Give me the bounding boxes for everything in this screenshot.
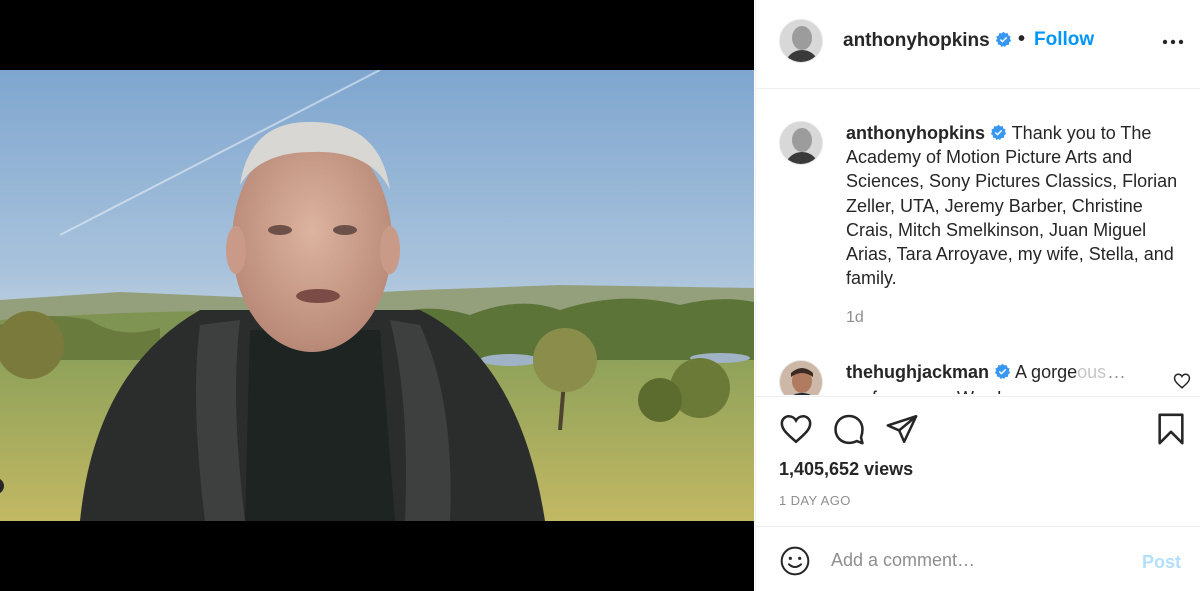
heart-icon	[780, 414, 812, 444]
post-caption: anthonyhopkins Thank you to The Academy …	[846, 121, 1191, 290]
caption-author-avatar[interactable]	[779, 121, 823, 165]
post-date[interactable]: 1 DAY AGO	[779, 493, 851, 508]
verified-badge-icon	[995, 31, 1011, 48]
caption-username[interactable]: anthonyhopkins	[846, 123, 985, 143]
bookmark-icon	[1158, 413, 1184, 445]
follow-separator: •	[1018, 28, 1026, 50]
share-button[interactable]	[885, 412, 919, 446]
save-button[interactable]	[1154, 412, 1188, 446]
post-panel: anthonyhopkins • Follow anthonyhopkins T…	[755, 0, 1200, 591]
like-button[interactable]	[779, 412, 813, 446]
comments-section[interactable]: anthonyhopkins Thank you to The Academy …	[756, 90, 1200, 395]
smiley-icon	[780, 546, 810, 576]
comment-text-faded: ous	[1077, 362, 1107, 382]
post-header: anthonyhopkins • Follow	[756, 0, 1200, 89]
more-options-button[interactable]	[1160, 30, 1186, 52]
comment-input[interactable]	[831, 545, 1121, 575]
more-dots-icon	[1162, 39, 1184, 45]
author-avatar-image	[780, 20, 822, 62]
verified-badge-icon	[990, 124, 1007, 141]
comment-bubble-icon	[834, 414, 864, 445]
comment-more-link[interactable]: ...	[1108, 362, 1126, 383]
author-username-text[interactable]: anthonyhopkins	[843, 30, 990, 51]
video-frame	[0, 70, 754, 521]
author-username[interactable]: anthonyhopkins	[843, 30, 1012, 52]
verified-badge-icon	[994, 363, 1011, 380]
comment-button[interactable]	[832, 412, 866, 446]
heart-icon	[1173, 373, 1191, 389]
view-count[interactable]: 1,405,652 views	[779, 459, 913, 480]
caption-text: Thank you to The Academy of Motion Pictu…	[846, 123, 1178, 289]
comment-composer: Post	[756, 526, 1200, 591]
post-media	[0, 0, 754, 591]
caption-timestamp[interactable]: 1d	[846, 309, 864, 327]
emoji-button[interactable]	[779, 545, 811, 577]
comment-text: A gorge	[1015, 362, 1078, 382]
caption-avatar-image	[780, 122, 822, 164]
paper-plane-icon	[886, 414, 918, 444]
commenter-avatar-image	[780, 361, 822, 395]
post-actions: 1,405,652 views 1 DAY AGO	[756, 396, 1200, 526]
post-comment-button[interactable]: Post	[1142, 552, 1181, 573]
follow-button[interactable]: Follow	[1034, 29, 1094, 51]
comment-text-overflow: performance. Wow!	[846, 386, 1086, 394]
comment-like-button[interactable]	[1173, 372, 1191, 390]
commenter-username[interactable]: thehughjackman	[846, 362, 989, 382]
commenter-avatar[interactable]	[779, 360, 823, 395]
author-avatar[interactable]	[779, 19, 823, 63]
video-player[interactable]	[0, 70, 754, 521]
comment-line: thehughjackman A gorgeous	[846, 362, 1106, 383]
